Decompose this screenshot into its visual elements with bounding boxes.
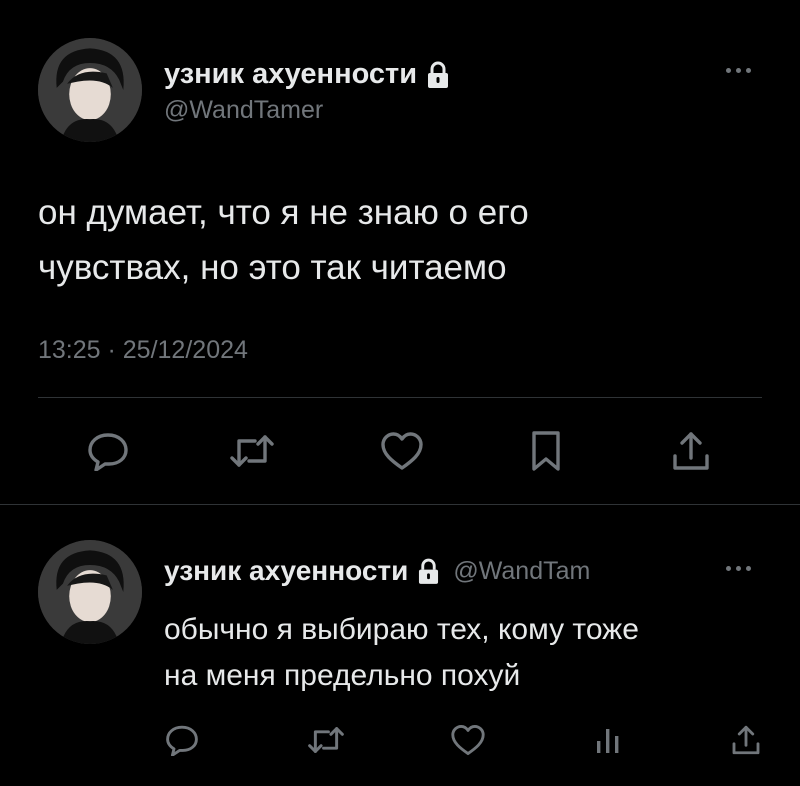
more-options-icon[interactable]: [726, 566, 751, 571]
tweet-text: обычно я выбираю тех, кому тоже на меня …: [164, 607, 639, 699]
avatar[interactable]: [38, 38, 142, 142]
views-button[interactable]: [588, 720, 628, 760]
handle[interactable]: @WandTam: [453, 557, 590, 586]
tweet-text: он думает, что я не знаю о его чувствах,…: [38, 185, 529, 295]
reply-button[interactable]: [83, 426, 133, 476]
views-icon: [597, 729, 619, 753]
like-icon: [451, 724, 485, 756]
avatar-image: [38, 38, 142, 142]
divider: [38, 397, 762, 398]
share-icon: [673, 432, 709, 470]
like-icon: [381, 432, 423, 470]
reply-button[interactable]: [162, 720, 202, 760]
retweet-icon: [308, 727, 344, 753]
share-button[interactable]: [726, 720, 766, 760]
retweet-button[interactable]: [306, 720, 346, 760]
reply-icon: [166, 725, 198, 756]
retweet-icon: [230, 435, 274, 467]
lock-icon: [427, 61, 449, 89]
more-options-icon[interactable]: [726, 68, 751, 73]
tweet-text-line: на меня предельно похуй: [164, 659, 521, 692]
tweet-text-line: он думает, что я не знаю о его: [38, 193, 529, 232]
bookmark-icon: [532, 431, 560, 471]
handle[interactable]: @WandTamer: [164, 96, 323, 125]
display-name[interactable]: узник ахуенности: [164, 58, 417, 91]
share-button[interactable]: [666, 426, 716, 476]
reply-icon: [88, 433, 128, 471]
author-row: узник ахуенности: [164, 58, 449, 91]
avatar-image: [38, 540, 142, 644]
like-button[interactable]: [448, 720, 488, 760]
section-divider: [0, 504, 800, 505]
tweet-text-line: чувствах, но это так читаемо: [38, 248, 507, 287]
lock-icon: [418, 558, 439, 585]
display-name[interactable]: узник ахуенности: [164, 555, 408, 587]
avatar[interactable]: [38, 540, 142, 644]
retweet-button[interactable]: [227, 426, 277, 476]
bookmark-button[interactable]: [521, 426, 571, 476]
author-row: узник ахуенности @WandTam: [164, 555, 590, 587]
timestamp[interactable]: 13:25 · 25/12/2024: [38, 336, 248, 365]
tweet-text-line: обычно я выбираю тех, кому тоже: [164, 613, 639, 646]
like-button[interactable]: [377, 426, 427, 476]
share-icon: [732, 725, 760, 755]
